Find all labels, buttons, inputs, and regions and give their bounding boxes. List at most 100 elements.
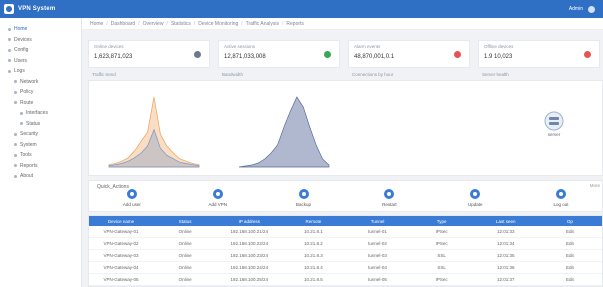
column-header[interactable]: IP address — [217, 219, 281, 224]
add-vpn-icon — [212, 189, 223, 199]
bullet-icon — [14, 80, 17, 84]
sidebar-item[interactable]: Tools — [0, 150, 81, 161]
table-cell: VPN-Gateway-04 — [103, 265, 139, 270]
server-icon — [544, 111, 564, 131]
column-header[interactable]: Type — [410, 219, 474, 224]
sidebar-item[interactable]: About — [0, 171, 81, 182]
sidebar-item[interactable]: Users — [0, 56, 81, 67]
table-cell: tunnel-01 — [368, 229, 387, 234]
more-link[interactable]: More — [588, 183, 602, 188]
table-row[interactable]: VPN-Gateway-03 Online 192.168.100.23/24 10.… — [89, 250, 602, 262]
table-cell: VPN-Gateway-05 — [103, 277, 139, 282]
column-header[interactable]: Op — [538, 219, 602, 224]
restart-icon — [384, 189, 395, 199]
server-widget[interactable]: server — [529, 111, 579, 151]
breadcrumb-item[interactable]: Statistics — [171, 21, 191, 27]
quick-action[interactable]: Log out — [541, 189, 581, 207]
bullet-icon — [8, 38, 11, 42]
table-row[interactable]: VPN-Gateway-02 Online 192.168.100.22/24 10.… — [89, 238, 602, 250]
devices-table: Device name Status IP address Remote Tunnel T… — [88, 215, 603, 287]
bullet-icon — [14, 164, 17, 168]
session-icon — [324, 51, 331, 58]
quick-action[interactable]: Backup — [284, 189, 324, 207]
stat-tags: Traffic trend Bandwidth Connections by hou… — [88, 72, 603, 77]
quick-action-label: Backup — [296, 202, 312, 207]
bullet-icon — [8, 48, 11, 52]
column-header[interactable]: Remote — [281, 219, 345, 224]
sidebar-item[interactable]: Route — [0, 98, 81, 109]
section-label: Server health — [482, 72, 509, 77]
breadcrumb-item[interactable]: Traffic Analysis — [246, 21, 279, 27]
table-cell: Online — [178, 241, 192, 246]
breadcrumb: Home / Dashboard / Overview / Statistics / Devic… — [82, 18, 603, 30]
stat-card[interactable]: Alarm events 48,870,001,0.1 — [348, 40, 470, 68]
table-cell: 192.168.100.25/24 — [230, 277, 269, 282]
breadcrumb-item[interactable]: Overview — [143, 21, 164, 27]
table-cell: 10.21.8.2 — [304, 241, 323, 246]
sidebar-item[interactable]: Logs — [0, 66, 81, 77]
sidebar-item-label: Home — [14, 26, 28, 33]
table-cell: Online — [178, 277, 192, 282]
table-cell: SSL — [437, 265, 446, 270]
bullet-icon — [14, 153, 17, 157]
quick-action[interactable]: Update — [455, 189, 495, 207]
table-row[interactable]: VPN-Gateway-01 Online 192.168.100.21/24 10.… — [89, 226, 602, 238]
stat-card[interactable]: Active sessions 12,871,033,008 — [218, 40, 340, 68]
sidebar-item[interactable]: Interfaces — [0, 108, 81, 119]
sidebar: Home Devices Config Users Logs Network Policy R… — [0, 18, 82, 287]
avatar[interactable] — [588, 5, 595, 13]
brand[interactable]: VPN System — [0, 4, 110, 14]
bullet-icon — [14, 90, 17, 94]
quick-action-label: Log out — [553, 202, 569, 207]
sidebar-item[interactable]: Security — [0, 129, 81, 140]
column-header[interactable]: Status — [153, 219, 217, 224]
sidebar-item-label: System — [20, 141, 37, 148]
table-cell: 192.168.100.23/24 — [230, 253, 269, 258]
table-cell: 12:01:37 — [497, 277, 515, 282]
column-header[interactable]: Last seen — [474, 219, 538, 224]
table-cell: 10.21.8.3 — [304, 253, 323, 258]
sidebar-item[interactable]: Policy — [0, 87, 81, 98]
stat-card-label: Alarm events — [354, 44, 381, 49]
sidebar-item[interactable]: Reports — [0, 161, 81, 172]
stat-card[interactable]: Online devices 1,623,871,023 — [88, 40, 210, 68]
quick-action-label: Add VPN — [208, 202, 227, 207]
quick-action[interactable]: Restart — [369, 189, 409, 207]
breadcrumb-item[interactable]: Dashboard — [111, 21, 135, 27]
sidebar-item[interactable]: Devices — [0, 35, 81, 46]
sidebar-item[interactable]: Network — [0, 77, 81, 88]
sidebar-item-label: Reports — [20, 162, 38, 169]
breadcrumb-item[interactable]: Home — [90, 21, 103, 27]
quick-action-label: Restart — [382, 202, 397, 207]
app-title: VPN System — [18, 6, 56, 12]
breadcrumb-item[interactable]: Reports — [286, 21, 304, 27]
sidebar-item[interactable]: Home — [0, 24, 81, 35]
table-row[interactable]: VPN-Gateway-05 Online 192.168.100.25/24 10.… — [89, 274, 602, 286]
column-header[interactable]: Tunnel — [346, 219, 410, 224]
sidebar-item-label: Status — [26, 120, 41, 127]
quick-actions: Add user Add VPN Backup Restart Update Log ou… — [89, 189, 603, 207]
user-area[interactable]: Admin — [569, 5, 603, 13]
sidebar-item[interactable]: Config — [0, 45, 81, 56]
table-cell: 12:01:36 — [497, 265, 515, 270]
bullet-icon — [20, 111, 23, 115]
sidebar-item-label: Interfaces — [26, 110, 48, 117]
breadcrumb-item[interactable]: Device Monitoring — [198, 21, 238, 27]
quick-action[interactable]: Add user — [112, 189, 152, 207]
bullet-icon — [14, 143, 17, 147]
stat-card[interactable]: Offline devices 1.9 10,023 — [478, 40, 600, 68]
breadcrumb-separator: / — [241, 20, 243, 27]
table-cell: Edit — [566, 277, 574, 282]
table-cell: 10.21.8.4 — [304, 265, 323, 270]
sidebar-item[interactable]: System — [0, 140, 81, 151]
table-row[interactable]: VPN-Gateway-04 Online 192.168.100.24/24 10.… — [89, 262, 602, 274]
table-cell: 10.21.8.5 — [304, 277, 323, 282]
table-cell: Edit — [566, 229, 574, 234]
column-header[interactable]: Device name — [89, 219, 153, 224]
quick-action[interactable]: Add VPN — [198, 189, 238, 207]
sidebar-item[interactable]: Status — [0, 119, 81, 130]
breadcrumb-separator: / — [166, 20, 168, 27]
sidebar-item-label: Network — [20, 78, 39, 85]
table-cell: 10.21.8.1 — [304, 229, 323, 234]
table-cell: IPSec — [435, 241, 448, 246]
